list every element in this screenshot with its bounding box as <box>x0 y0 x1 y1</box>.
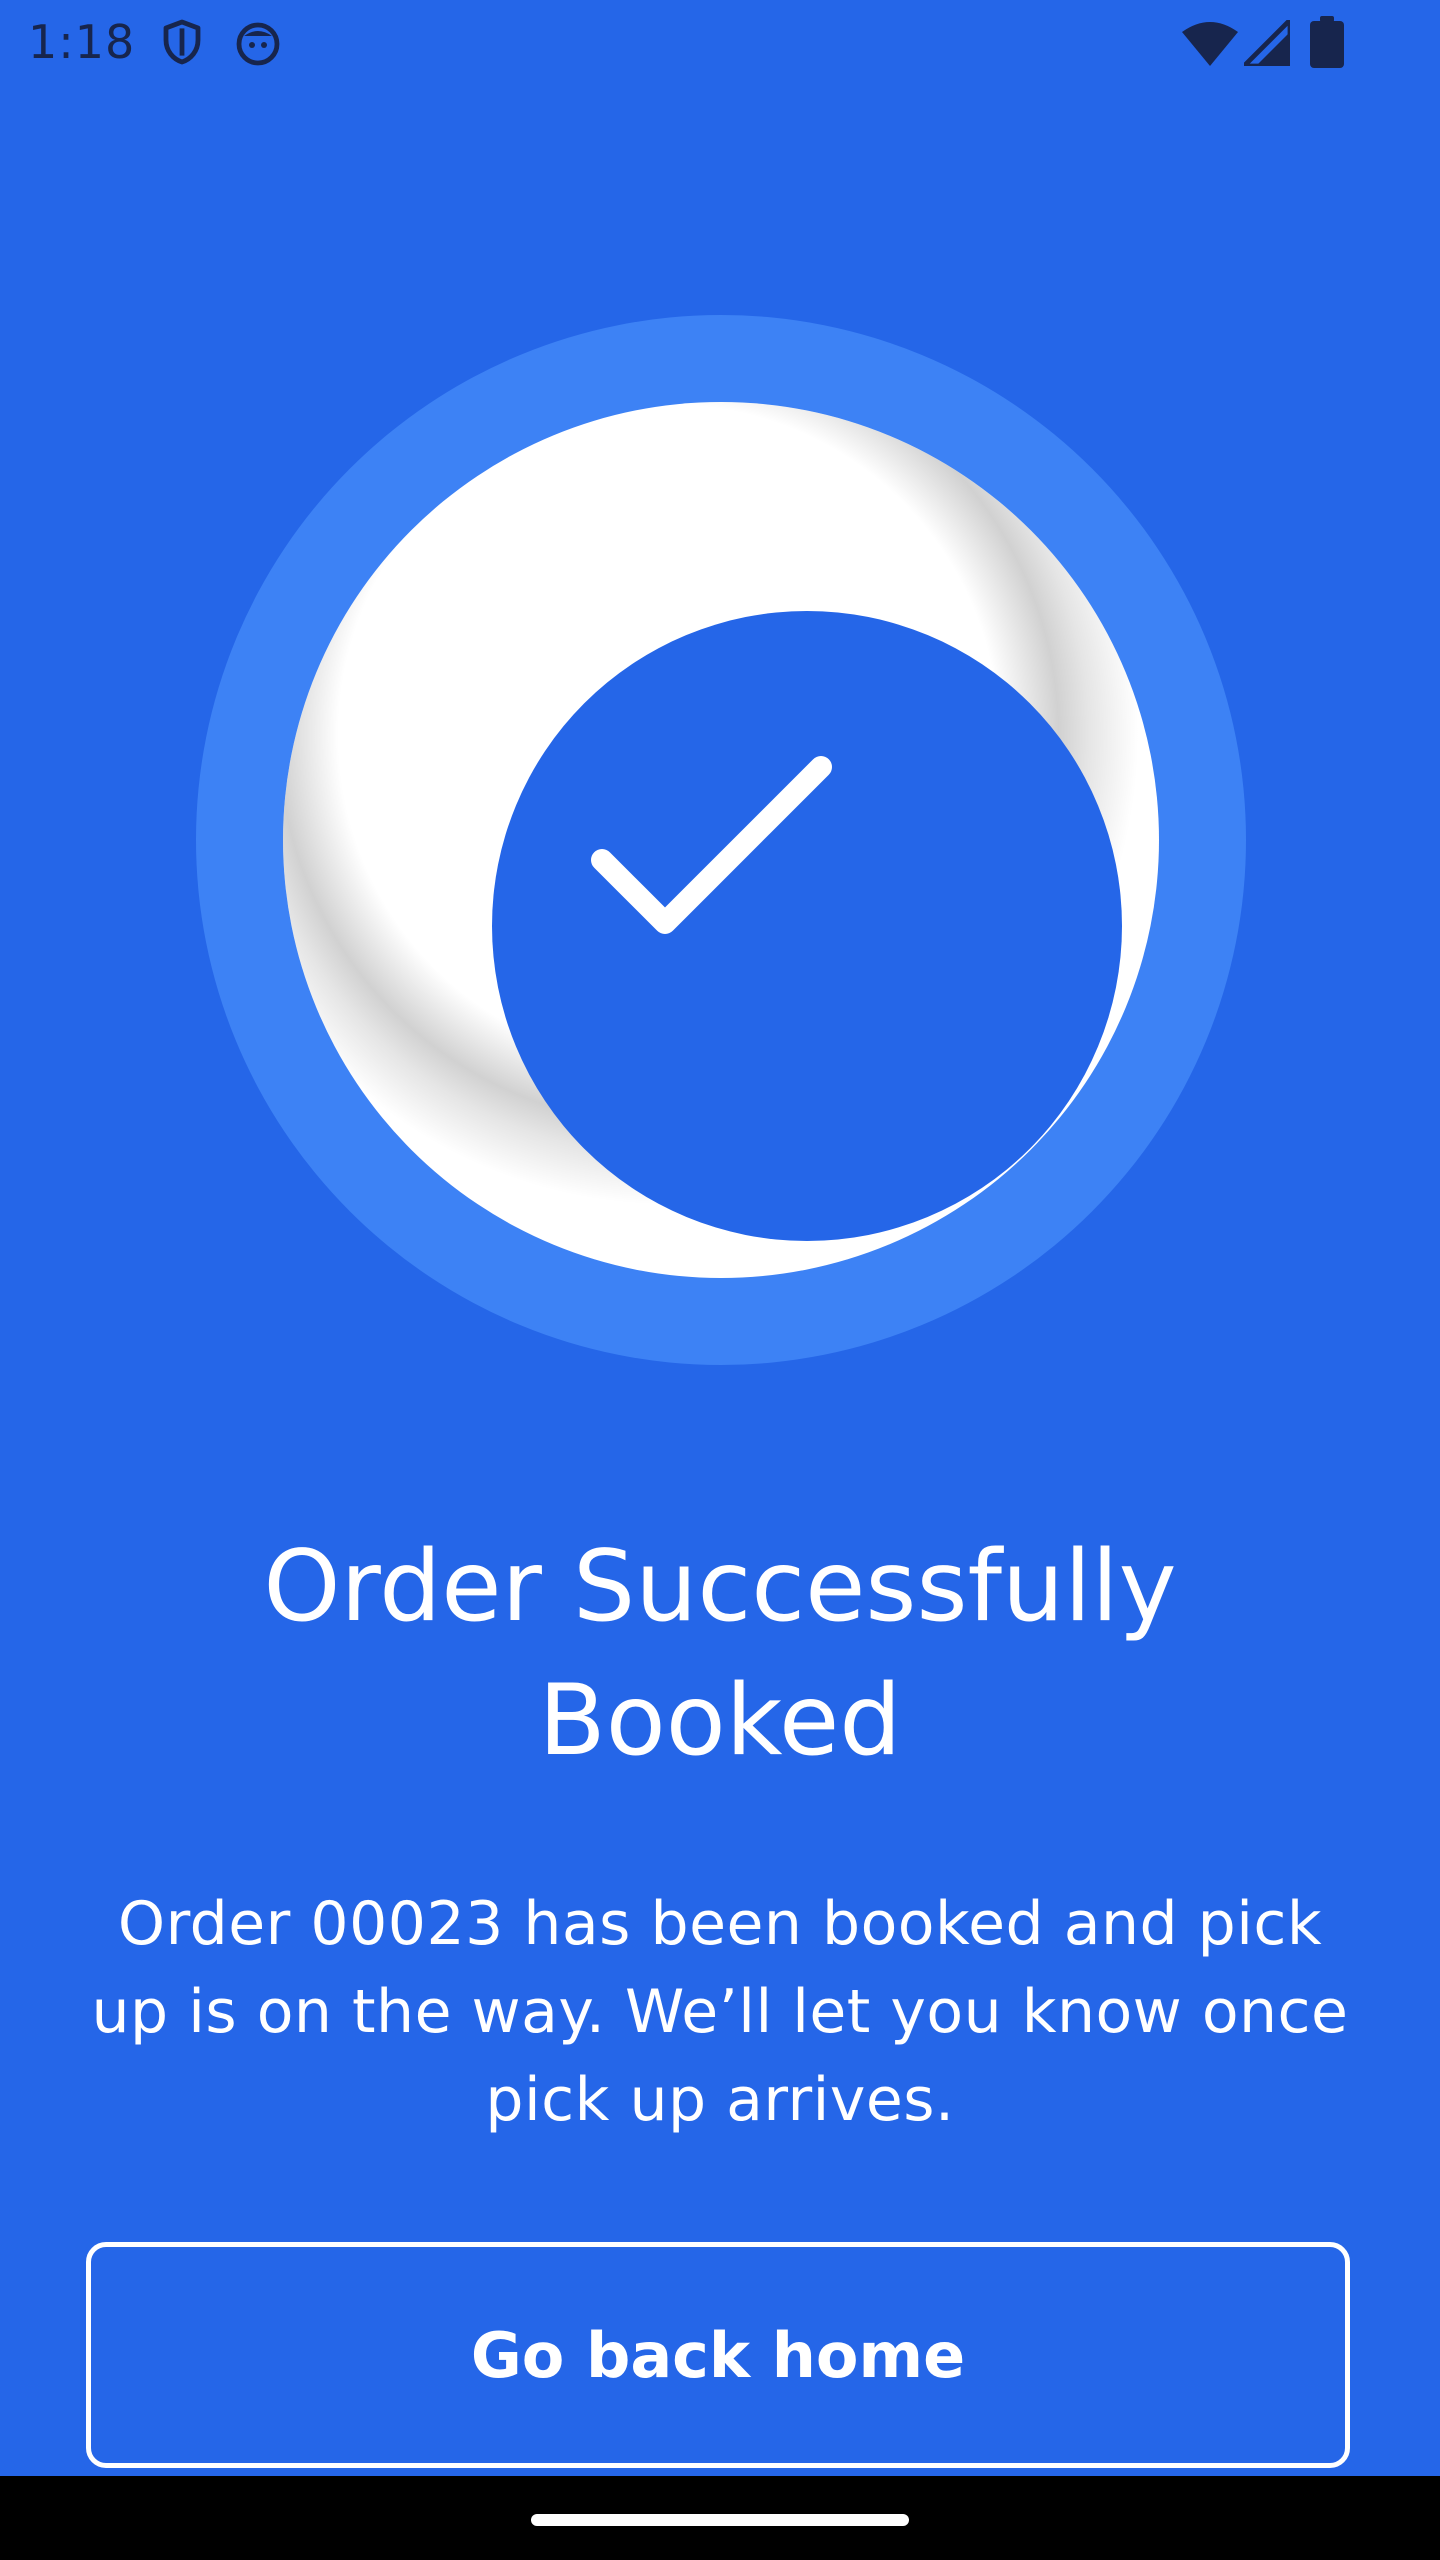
go-back-home-button[interactable]: Go back home <box>86 2242 1350 2468</box>
page-title: Order Successfully Booked <box>263 1530 1177 1778</box>
wifi-icon <box>1182 22 1238 66</box>
navigation-bar <box>0 2476 1440 2560</box>
gesture-handle[interactable] <box>531 2514 909 2526</box>
success-illustration <box>196 315 1246 1365</box>
shield-icon <box>163 19 201 65</box>
check-icon <box>591 756 832 934</box>
cell-signal-icon <box>1244 20 1290 66</box>
bot-icon <box>236 22 280 66</box>
confirmation-message: Order 00023 has been booked and pick up … <box>91 1889 1349 2135</box>
battery-icon <box>1310 16 1344 68</box>
status-time: 1:18 <box>28 15 136 69</box>
status-bar: 1:18 <box>0 0 1440 84</box>
